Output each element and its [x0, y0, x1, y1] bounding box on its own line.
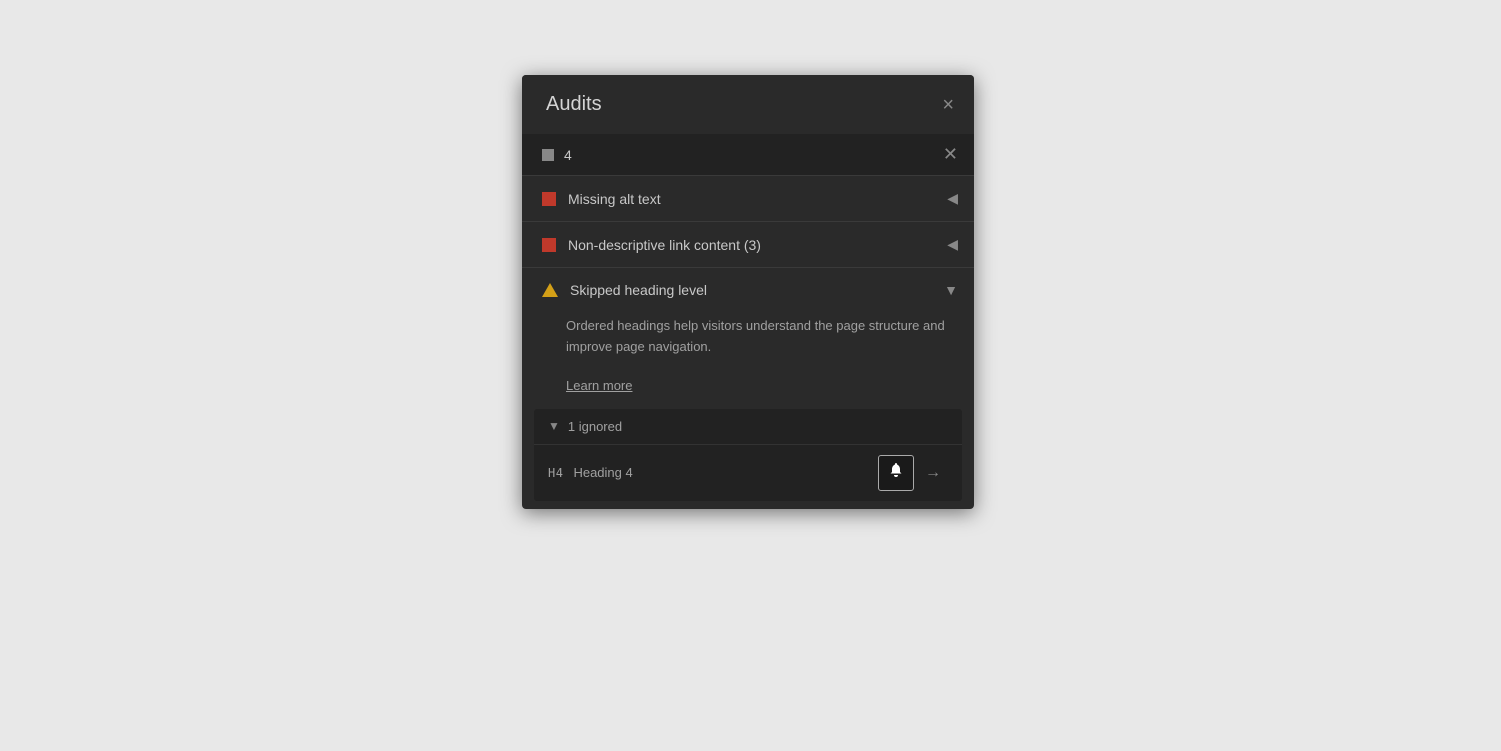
- audit-label: Non-descriptive link content (3): [568, 237, 761, 253]
- ignored-item-left: H4 Heading 4: [548, 465, 633, 480]
- warning-icon: [542, 283, 558, 297]
- ignored-chevron-icon: ▼: [548, 419, 560, 433]
- filter-square-icon: [542, 149, 554, 161]
- audit-expanded-header[interactable]: Skipped heading level ▼: [522, 268, 974, 312]
- ignored-header[interactable]: ▼ 1 ignored: [534, 409, 962, 444]
- heading-label: Heading 4: [573, 465, 632, 480]
- audit-item-skipped-heading: Skipped heading level ▼ Ordered headings…: [522, 267, 974, 501]
- h4-badge: H4: [548, 466, 563, 480]
- audits-panel: Audits × 4 ✕ Missing alt text ◀ Non-desc…: [522, 75, 974, 509]
- ignored-section: ▼ 1 ignored H4 Heading 4: [534, 409, 962, 501]
- audit-label: Missing alt text: [568, 191, 661, 207]
- chevron-left-icon: ◀: [947, 190, 958, 207]
- chevron-down-icon: ▼: [944, 282, 958, 298]
- arrow-right-icon: →: [925, 464, 941, 482]
- close-button[interactable]: ×: [942, 95, 954, 115]
- audit-label: Skipped heading level: [570, 282, 707, 298]
- audit-item-left: Skipped heading level: [542, 282, 707, 298]
- bell-button[interactable]: [878, 455, 914, 491]
- ignored-label: 1 ignored: [568, 419, 622, 434]
- navigate-button[interactable]: →: [918, 455, 948, 491]
- audit-item-missing-alt-text[interactable]: Missing alt text ◀: [522, 175, 974, 221]
- filter-clear-button[interactable]: ✕: [943, 144, 958, 165]
- error-icon: [542, 238, 556, 252]
- error-icon: [542, 192, 556, 206]
- filter-count: 4: [542, 147, 572, 163]
- audit-description: Ordered headings help visitors understan…: [522, 312, 974, 374]
- audit-item-left: Non-descriptive link content (3): [542, 237, 761, 253]
- learn-more-link[interactable]: Learn more: [522, 374, 974, 409]
- filter-count-label: 4: [564, 147, 572, 163]
- audit-item-non-descriptive-link[interactable]: Non-descriptive link content (3) ◀: [522, 221, 974, 267]
- panel-header: Audits ×: [522, 75, 974, 134]
- audit-list: Missing alt text ◀ Non-descriptive link …: [522, 175, 974, 501]
- chevron-left-icon: ◀: [947, 236, 958, 253]
- ignored-actions: →: [878, 455, 948, 491]
- bell-icon: [888, 462, 904, 483]
- filter-bar: 4 ✕: [522, 134, 974, 175]
- audit-item-left: Missing alt text: [542, 191, 661, 207]
- ignored-item: H4 Heading 4 →: [534, 444, 962, 501]
- panel-title: Audits: [546, 93, 602, 116]
